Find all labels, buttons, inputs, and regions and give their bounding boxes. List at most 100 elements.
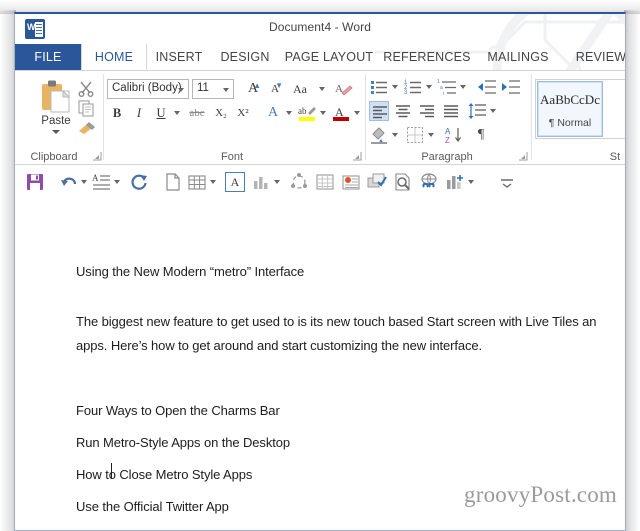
line-spacing-icon[interactable]: [467, 101, 487, 121]
spelling-button[interactable]: [367, 172, 387, 192]
numbered-list-icon[interactable]: 123: [403, 77, 423, 97]
undo-dropdown-arrow[interactable]: [81, 180, 87, 184]
tab-home[interactable]: HOME: [81, 44, 147, 70]
document-link-3[interactable]: How to Close Metro Style Apps: [76, 467, 252, 482]
save-button[interactable]: [25, 172, 45, 192]
paste-icon[interactable]: [39, 79, 73, 113]
clear-formatting-icon[interactable]: A: [333, 79, 353, 99]
svg-text:A: A: [335, 105, 344, 119]
more-commands-button[interactable]: [497, 172, 517, 192]
tab-mailings[interactable]: MAILINGS: [475, 44, 561, 70]
strikethrough-button[interactable]: abc: [185, 103, 209, 123]
format-painter-icon[interactable]: [77, 119, 97, 137]
tab-review[interactable]: REVIEW: [561, 44, 625, 70]
document-link-4[interactable]: Use the Official Twitter App: [76, 499, 229, 514]
document-link-1[interactable]: Four Ways to Open the Charms Bar: [76, 403, 280, 418]
undo-button[interactable]: [59, 172, 79, 192]
style-preview-text-2: AaB: [605, 91, 625, 107]
font-dialog-launcher[interactable]: [353, 152, 362, 161]
underline-dropdown-arrow[interactable]: [174, 111, 180, 115]
svg-text:A: A: [92, 173, 99, 183]
multilevel-list-icon[interactable]: 1ai: [437, 77, 457, 97]
insert-chart-button[interactable]: [445, 172, 465, 192]
document-paragraph-line-1: The biggest new feature to get used to i…: [76, 314, 597, 329]
highlight-dropdown-arrow[interactable]: [320, 111, 326, 115]
groovypost-watermark: groovyPost.com: [464, 482, 617, 507]
align-left-icon[interactable]: [369, 101, 389, 121]
document-link-2[interactable]: Run Metro-Style Apps on the Desktop: [76, 435, 290, 450]
shading-icon[interactable]: [369, 125, 389, 145]
borders-icon[interactable]: [405, 125, 425, 145]
font-color-dropdown-arrow[interactable]: [354, 111, 360, 115]
shrink-font-icon[interactable]: A ▼: [265, 79, 285, 99]
decrease-indent-icon[interactable]: [477, 77, 497, 97]
text-effects-dropdown-arrow[interactable]: [286, 111, 292, 115]
change-case-dropdown-arrow[interactable]: [319, 87, 325, 91]
shading-dropdown-arrow[interactable]: [392, 133, 398, 137]
smartart-button[interactable]: [289, 172, 309, 192]
text-effects-icon[interactable]: A: [263, 103, 283, 123]
underline-button[interactable]: U: [151, 103, 171, 123]
bold-label: B: [112, 105, 122, 120]
numbering-dropdown-arrow[interactable]: [426, 85, 432, 89]
table-borders-button[interactable]: [315, 172, 335, 192]
align-center-icon[interactable]: [393, 101, 413, 121]
styles-button[interactable]: A: [91, 172, 111, 192]
insert-chart-dropdown-arrow[interactable]: [468, 180, 474, 184]
chart-dropdown-arrow[interactable]: [274, 180, 280, 184]
paste-dropdown-arrow[interactable]: [52, 130, 60, 134]
text-box-button[interactable]: A: [225, 172, 245, 192]
bullets-dropdown-arrow[interactable]: [392, 85, 398, 89]
title-bar: W Document4 - Word: [15, 14, 625, 44]
new-document-button[interactable]: [163, 172, 183, 192]
subscript-button[interactable]: X₂: [211, 103, 231, 123]
tab-references[interactable]: REFERENCES: [379, 44, 475, 70]
superscript-button[interactable]: X²: [233, 103, 253, 123]
align-right-icon[interactable]: [417, 101, 437, 121]
borders-dropdown-arrow[interactable]: [428, 133, 434, 137]
secondary-toolbar: A A: [15, 165, 625, 200]
scissors-icon[interactable]: [77, 79, 95, 97]
paste-button-label[interactable]: Paste: [33, 115, 79, 127]
font-size-dropdown-arrow[interactable]: [223, 88, 229, 92]
chart-column-button[interactable]: [251, 172, 271, 192]
underline-label: U: [156, 105, 166, 120]
highlight-color-icon[interactable]: ab: [297, 103, 317, 123]
style-item-no-spacing[interactable]: AaB ¶ No: [605, 81, 625, 137]
insert-table-button[interactable]: [187, 172, 207, 192]
clipboard-dialog-launcher[interactable]: [93, 152, 102, 161]
line-spacing-dropdown-arrow[interactable]: [490, 109, 496, 113]
multilevel-dropdown-arrow[interactable]: [460, 85, 466, 89]
italic-button[interactable]: I: [129, 103, 149, 123]
change-case-label: Aa: [293, 81, 307, 96]
change-case-icon[interactable]: Aa: [291, 79, 317, 99]
tab-page-layout[interactable]: PAGE LAYOUT: [279, 44, 379, 70]
bullet-list-icon[interactable]: [369, 77, 389, 97]
show-formatting-marks-icon[interactable]: ¶: [471, 125, 491, 145]
font-name-combo[interactable]: Calibri (Body): [107, 79, 189, 99]
tab-design[interactable]: DESIGN: [211, 44, 279, 70]
print-preview-button[interactable]: [393, 172, 413, 192]
increase-indent-icon[interactable]: [501, 77, 521, 97]
bold-button[interactable]: B: [107, 103, 127, 123]
font-size-combo[interactable]: 11: [192, 79, 234, 99]
copy-icon[interactable]: [77, 99, 95, 117]
styles-dropdown-arrow[interactable]: [114, 180, 120, 184]
insert-object-button[interactable]: [341, 172, 361, 192]
hyperlink-button[interactable]: [419, 172, 439, 192]
table-dropdown-arrow[interactable]: [210, 180, 216, 184]
paragraph-dialog-launcher[interactable]: [519, 152, 528, 161]
grow-font-icon[interactable]: A ▲: [243, 79, 263, 99]
style-name-text-2: ¶ No: [605, 118, 625, 130]
font-name-dropdown-arrow[interactable]: [178, 88, 184, 92]
document-canvas[interactable]: Using the New Modern “metro” Interface T…: [15, 199, 625, 530]
styles-gallery[interactable]: AaBbCcDc ¶ Normal AaB ¶ No: [535, 79, 625, 139]
sort-icon[interactable]: A Z: [443, 125, 463, 145]
justify-icon[interactable]: [441, 101, 461, 121]
style-item-normal[interactable]: AaBbCcDc ¶ Normal: [537, 81, 603, 137]
tab-insert[interactable]: INSERT: [147, 44, 211, 70]
tab-file[interactable]: FILE: [15, 44, 81, 70]
redo-button[interactable]: [129, 172, 149, 192]
font-color-icon[interactable]: A: [331, 103, 351, 123]
styles-group-label: St: [609, 151, 621, 163]
